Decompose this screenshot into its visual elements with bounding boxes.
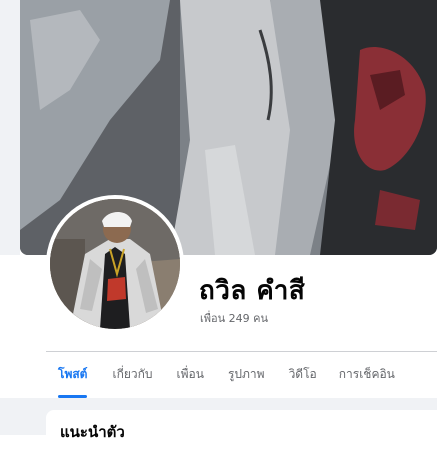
friend-count[interactable]: เพื่อน 249 คน <box>200 309 268 327</box>
tab-checkins-label: การเช็คอิน <box>338 367 395 381</box>
tab-photos[interactable]: รูปภาพ <box>228 352 265 396</box>
profile-tabs: โพสต์ เกี่ยวกับ เพื่อน รูปภาพ วิดีโอ การ… <box>46 352 437 398</box>
tab-posts-label: โพสต์ <box>58 367 88 381</box>
tab-photos-label: รูปภาพ <box>227 367 265 381</box>
profile-name: ถวิล คำสี <box>199 276 306 306</box>
tab-friends[interactable]: เพื่อน <box>177 352 204 396</box>
profile-avatar[interactable] <box>50 199 180 329</box>
tab-about-label: เกี่ยวกับ <box>112 367 153 381</box>
tab-posts[interactable]: โพสต์ <box>58 352 88 398</box>
intro-card: แนะนำตัว <box>46 410 437 450</box>
tab-checkins[interactable]: การเช็คอิน <box>339 352 395 396</box>
tab-about[interactable]: เกี่ยวกับ <box>112 352 152 396</box>
tab-videos-label: วิดีโอ <box>288 367 317 381</box>
tab-videos[interactable]: วิดีโอ <box>289 352 317 396</box>
avatar-photo <box>50 199 180 329</box>
tab-friends-label: เพื่อน <box>176 367 204 381</box>
intro-card-title: แนะนำตัว <box>60 423 125 441</box>
left-gutter <box>0 0 20 255</box>
